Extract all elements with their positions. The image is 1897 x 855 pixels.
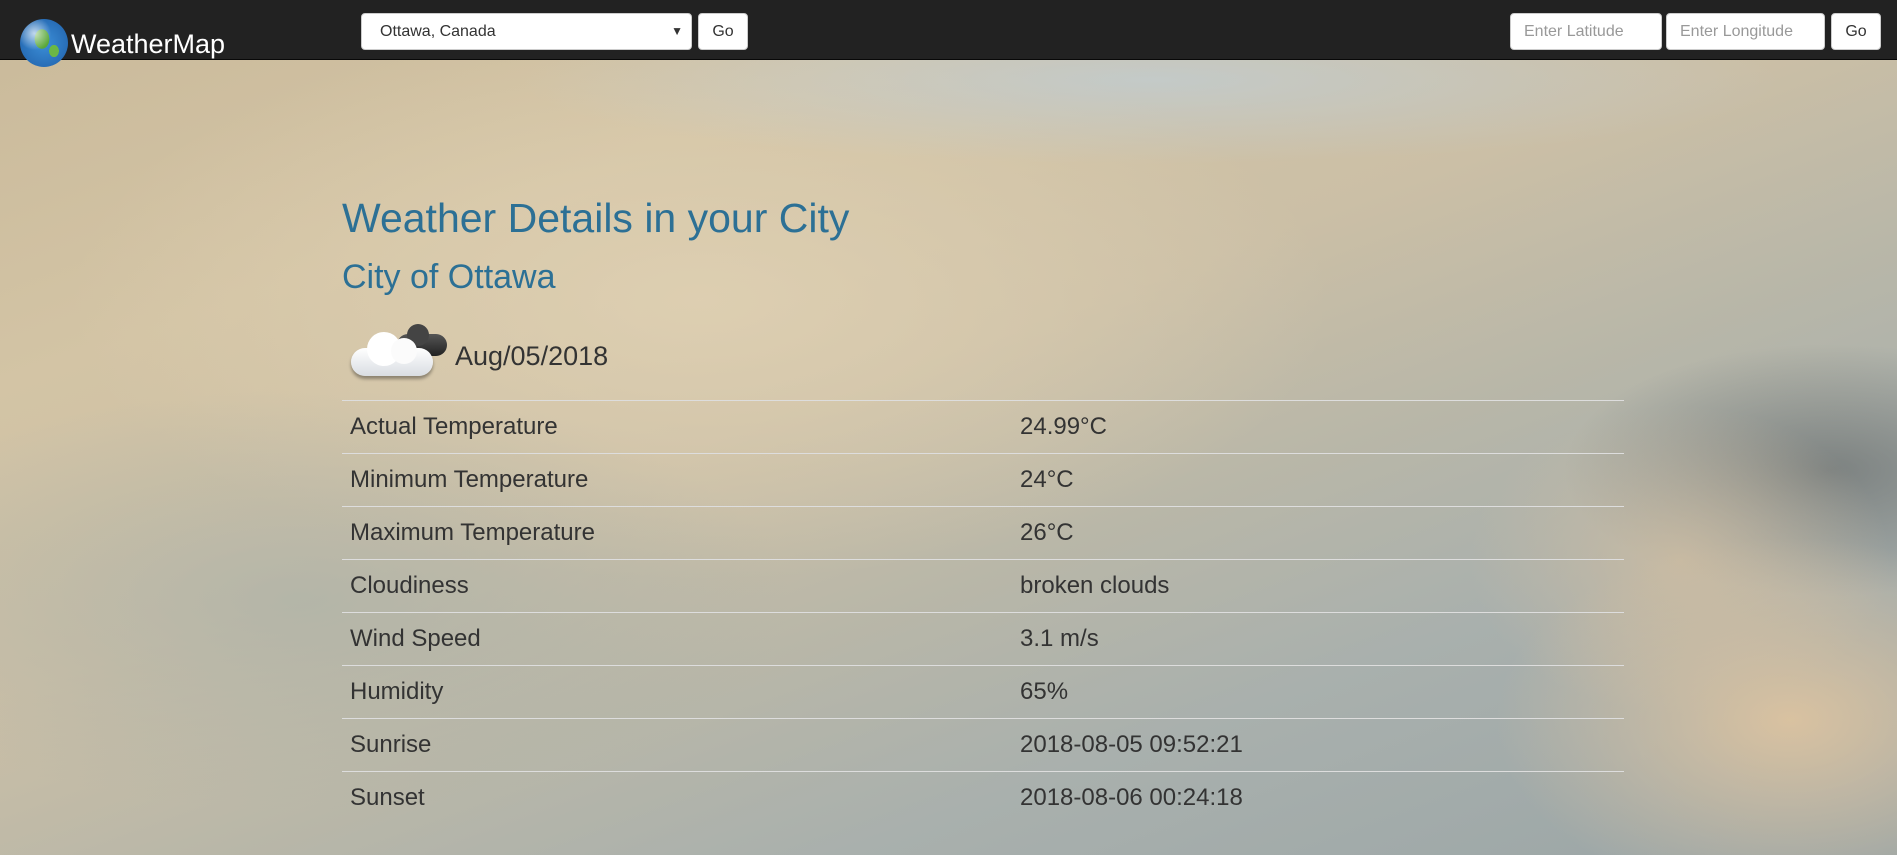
date-row: Aug/05/2018 — [342, 324, 1624, 388]
table-row: Maximum Temperature 26°C — [342, 506, 1624, 560]
city-name: City of Ottawa — [342, 258, 556, 296]
detail-label: Cloudiness — [342, 559, 1012, 613]
detail-value: broken clouds — [1012, 559, 1624, 613]
table-row: Humidity 65% — [342, 665, 1624, 719]
detail-label: Wind Speed — [342, 612, 1012, 666]
detail-label: Humidity — [342, 665, 1012, 719]
table-row: Actual Temperature 24.99°C — [342, 400, 1624, 454]
coordinates-go-button[interactable]: Go — [1831, 13, 1881, 50]
longitude-input[interactable] — [1666, 13, 1825, 50]
forecast-date: Aug/05/2018 — [455, 340, 609, 371]
broken-clouds-icon — [351, 324, 451, 384]
chevron-down-icon: ▼ — [671, 24, 683, 38]
page-title: Weather Details in your City — [342, 195, 850, 241]
detail-label: Sunset — [342, 771, 1012, 824]
table-row: Cloudiness broken clouds — [342, 559, 1624, 613]
city-select[interactable]: Ottawa, Canada ▼ — [361, 13, 692, 50]
detail-label: Maximum Temperature — [342, 506, 1012, 560]
detail-value: 2018-08-06 00:24:18 — [1012, 771, 1624, 824]
detail-label: Sunrise — [342, 718, 1012, 772]
table-row: Sunrise 2018-08-05 09:52:21 — [342, 718, 1624, 772]
weather-details-table: Actual Temperature 24.99°C Minimum Tempe… — [342, 400, 1624, 824]
detail-value: 24.99°C — [1012, 400, 1624, 454]
table-row: Minimum Temperature 24°C — [342, 453, 1624, 507]
detail-label: Actual Temperature — [342, 400, 1012, 454]
detail-value: 26°C — [1012, 506, 1624, 560]
detail-label: Minimum Temperature — [342, 453, 1012, 507]
globe-icon — [20, 19, 68, 67]
table-row: Sunset 2018-08-06 00:24:18 — [342, 771, 1624, 824]
latitude-input[interactable] — [1510, 13, 1662, 50]
city-go-button[interactable]: Go — [698, 13, 748, 50]
weather-details-section: Weather Details in your City City of Ott… — [342, 190, 1624, 824]
brand-link[interactable]: WeatherMap — [20, 19, 226, 68]
detail-value: 2018-08-05 09:52:21 — [1012, 718, 1624, 772]
brand-name: WeatherMap — [71, 28, 226, 59]
detail-value: 3.1 m/s — [1012, 612, 1624, 666]
detail-value: 24°C — [1012, 453, 1624, 507]
city-select-value: Ottawa, Canada — [380, 23, 496, 40]
top-navbar: WeatherMap Ottawa, Canada ▼ Go Go — [0, 0, 1897, 67]
table-row: Wind Speed 3.1 m/s — [342, 612, 1624, 666]
detail-value: 65% — [1012, 665, 1624, 719]
